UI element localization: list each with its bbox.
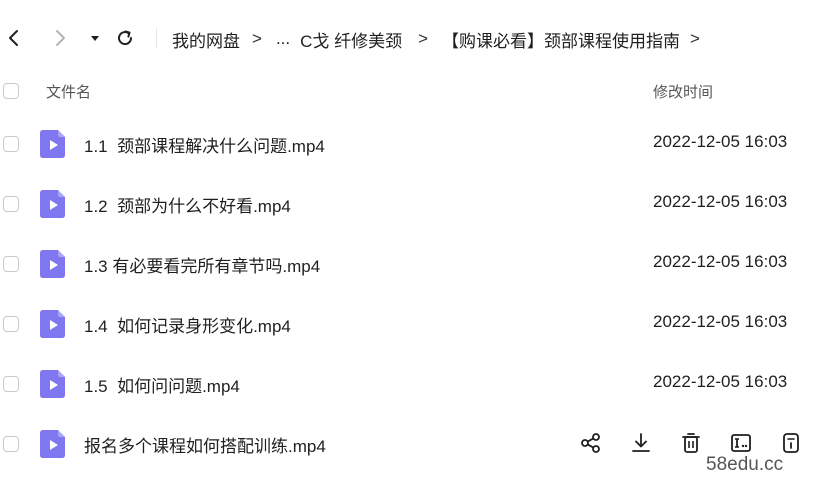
video-file-icon [40, 310, 65, 338]
download-icon [632, 433, 650, 452]
history-dropdown-button[interactable] [83, 26, 107, 50]
row-checkbox[interactable] [3, 376, 19, 392]
select-all-checkbox[interactable] [3, 83, 19, 99]
back-button[interactable] [2, 26, 26, 50]
more-button[interactable] [778, 430, 804, 456]
toolbar: 我的网盘 > ... C戈 纤修美颈 > 【购课必看】颈部课程使用指南 > [0, 0, 816, 76]
file-name[interactable]: 报名多个课程如何搭配训练.mp4 [84, 432, 326, 457]
row-hover-actions [578, 430, 816, 456]
video-file-icon [40, 190, 65, 218]
row-checkbox[interactable] [3, 256, 19, 272]
column-header-modified[interactable]: 修改时间 [653, 81, 713, 102]
file-name[interactable]: 1.3 有必要看完所有章节吗.mp4 [84, 252, 320, 277]
table-header: 文件名 修改时间 [0, 76, 816, 106]
video-file-icon [40, 130, 65, 158]
video-file-icon [40, 370, 65, 398]
chevron-left-icon [9, 30, 18, 46]
delete-button[interactable] [678, 430, 704, 456]
rename-button[interactable] [728, 430, 754, 456]
table-row[interactable]: 1.4 如何记录身形变化.mp4 2022-12-05 16:03 [0, 294, 816, 354]
toolbar-divider [156, 28, 157, 48]
chevron-right-icon [56, 30, 65, 46]
breadcrumb-separator: > [252, 29, 262, 48]
breadcrumb-separator: > [418, 29, 429, 48]
breadcrumb-item-ellipsis[interactable]: ... [276, 29, 290, 49]
share-button[interactable] [578, 430, 604, 456]
row-checkbox[interactable] [3, 316, 19, 332]
rename-icon [731, 434, 751, 452]
file-name[interactable]: 1.2 颈部为什么不好看.mp4 [84, 192, 291, 217]
breadcrumb-item-current[interactable]: 【购课必看】颈部课程使用指南 [442, 27, 680, 52]
video-file-icon [40, 250, 65, 278]
file-modified-time: 2022-12-05 16:03 [653, 372, 788, 391]
file-name[interactable]: 1.1 颈部课程解决什么问题.mp4 [84, 132, 325, 157]
table-row[interactable]: 1.3 有必要看完所有章节吗.mp4 2022-12-05 16:03 [0, 234, 816, 294]
caret-down-icon [91, 36, 99, 41]
share-icon [581, 433, 600, 453]
table-row[interactable]: 报名多个课程如何搭配训练.mp4 [0, 414, 816, 474]
column-header-name[interactable]: 文件名 [46, 81, 91, 102]
row-checkbox[interactable] [3, 436, 19, 452]
file-modified-time: 2022-12-05 16:03 [653, 252, 788, 271]
row-checkbox[interactable] [3, 136, 19, 152]
row-checkbox[interactable] [3, 196, 19, 212]
table-row[interactable]: 1.2 颈部为什么不好看.mp4 2022-12-05 16:03 [0, 174, 816, 234]
table-row[interactable]: 1.1 颈部课程解决什么问题.mp4 2022-12-05 16:03 [0, 114, 816, 174]
forward-button[interactable] [48, 26, 72, 50]
file-name[interactable]: 1.5 如何问问题.mp4 [84, 372, 240, 397]
file-modified-time: 2022-12-05 16:03 [653, 312, 788, 331]
download-button[interactable] [628, 430, 654, 456]
watermark: 58edu.cc [706, 454, 784, 475]
file-modified-time: 2022-12-05 16:03 [653, 132, 788, 151]
refresh-button[interactable] [113, 26, 137, 50]
table-row[interactable]: 1.5 如何问问题.mp4 2022-12-05 16:03 [0, 354, 816, 414]
breadcrumb-separator: > [690, 29, 700, 48]
refresh-icon [118, 30, 133, 46]
breadcrumb-item-course[interactable]: C戈 纤修美颈 [300, 27, 402, 52]
video-file-icon [40, 430, 65, 458]
file-name[interactable]: 1.4 如何记录身形变化.mp4 [84, 312, 291, 337]
breadcrumb: 我的网盘 > ... C戈 纤修美颈 > 【购课必看】颈部课程使用指南 > [172, 27, 714, 51]
more-icon [783, 433, 799, 453]
file-modified-time: 2022-12-05 16:03 [653, 192, 788, 211]
delete-icon [682, 433, 700, 453]
breadcrumb-item-root[interactable]: 我的网盘 [172, 27, 240, 52]
